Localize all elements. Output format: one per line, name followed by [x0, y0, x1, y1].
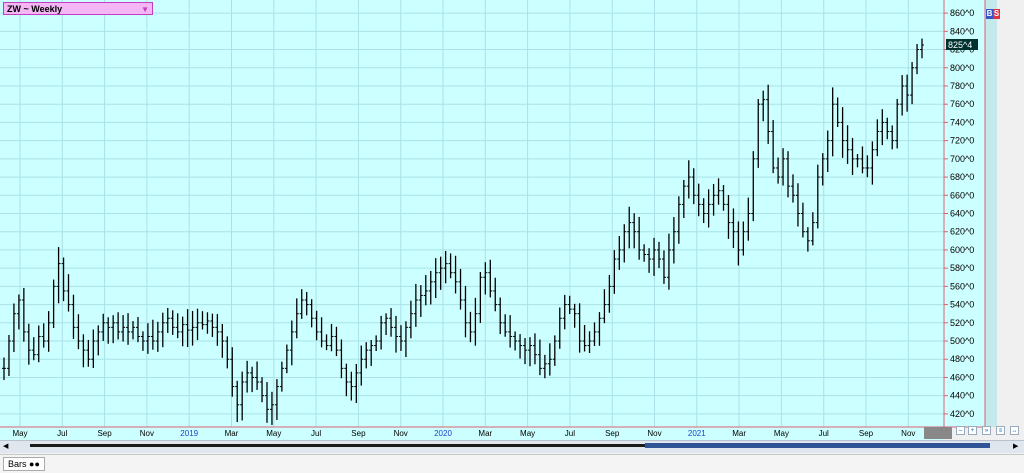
- dropdown-arrow-icon: ▼: [141, 5, 149, 14]
- scroll-left-icon[interactable]: ◀: [3, 442, 11, 450]
- scroll-end-icon[interactable]: »: [982, 426, 991, 435]
- bars-tab-label: Bars: [8, 459, 27, 469]
- bars-tab[interactable]: Bars ●●: [3, 457, 45, 471]
- x-tick-label: Mar: [478, 429, 492, 438]
- x-tick-label: Sep: [605, 429, 620, 438]
- y-tick-label: 440^0: [950, 391, 974, 401]
- x-tick-label: Nov: [140, 429, 154, 438]
- y-tick-label: 480^0: [950, 354, 974, 364]
- y-tick-label: 580^0: [950, 263, 974, 273]
- x-tick-label: May: [266, 429, 281, 438]
- right-margin-strip: [985, 0, 997, 427]
- buy-button[interactable]: B: [986, 9, 993, 19]
- x-tick-label: Jul: [565, 429, 575, 438]
- y-tick-label: 680^0: [950, 172, 974, 182]
- bottom-toolbar: [0, 454, 1024, 473]
- y-tick-label: 640^0: [950, 209, 974, 219]
- x-tick-label: Mar: [225, 429, 239, 438]
- symbol-selector[interactable]: ZW ~ Weekly ▼: [3, 2, 153, 15]
- x-tick-label: Jul: [57, 429, 67, 438]
- x-tick-label: Jul: [819, 429, 829, 438]
- y-tick-label: 720^0: [950, 136, 974, 146]
- y-tick-label: 780^0: [950, 81, 974, 91]
- last-price-marker: 825^4: [946, 38, 978, 50]
- x-tick-label: 2020: [434, 429, 452, 438]
- y-tick-label: 700^0: [950, 154, 974, 164]
- y-tick-label: 800^0: [950, 63, 974, 73]
- symbol-label: ZW ~ Weekly: [7, 4, 63, 14]
- chart-svg: 420^0 440^0 460^0 480^0 500^0 520^0 540^0 560^0…: [0, 0, 997, 440]
- y-tick-label: 860^0: [950, 8, 974, 18]
- x-tick-label: Jul: [311, 429, 321, 438]
- x-tick-label: Sep: [351, 429, 366, 438]
- x-tick-label: Nov: [394, 429, 408, 438]
- chart-settings-icon[interactable]: ≡: [996, 426, 1005, 435]
- y-tick-label: 520^0: [950, 318, 974, 328]
- zoom-out-icon[interactable]: –: [956, 426, 965, 435]
- chain-link-icon: ●●: [29, 459, 40, 469]
- y-tick-label: 660^0: [950, 190, 974, 200]
- x-tick-label: May: [520, 429, 535, 438]
- x-tick-label: Mar: [732, 429, 746, 438]
- last-price-label: 825^4: [948, 40, 972, 50]
- y-tick-label: 620^0: [950, 227, 974, 237]
- y-tick-label: 760^0: [950, 99, 974, 109]
- y-tick-label: 540^0: [950, 300, 974, 310]
- y-tick-label: 840^0: [950, 26, 974, 36]
- y-tick-label: 600^0: [950, 245, 974, 255]
- x-tick-label: Nov: [901, 429, 915, 438]
- x-tick-label: 2021: [688, 429, 706, 438]
- scroll-right-icon[interactable]: ▶: [1013, 442, 1021, 450]
- y-tick-label: 500^0: [950, 336, 974, 346]
- x-tick-label: Sep: [97, 429, 112, 438]
- y-tick-label: 560^0: [950, 281, 974, 291]
- x-tick-label: Sep: [859, 429, 874, 438]
- expand-icon[interactable]: ↔: [1010, 426, 1019, 435]
- x-tick-label: Nov: [647, 429, 661, 438]
- scroll-thumb[interactable]: [645, 443, 990, 448]
- zoom-in-icon[interactable]: +: [968, 426, 977, 435]
- y-tick-label: 740^0: [950, 117, 974, 127]
- y-tick-label: 460^0: [950, 372, 974, 382]
- y-tick-label: 420^0: [950, 409, 974, 419]
- x-tick-label: May: [12, 429, 27, 438]
- sell-button[interactable]: S: [993, 9, 1000, 19]
- x-tick-label: 2019: [180, 429, 198, 438]
- price-chart: 420^0 440^0 460^0 480^0 500^0 520^0 540^0 560^0…: [0, 0, 1024, 473]
- x-tick-label: May: [774, 429, 789, 438]
- time-axis-end-block: [924, 427, 952, 439]
